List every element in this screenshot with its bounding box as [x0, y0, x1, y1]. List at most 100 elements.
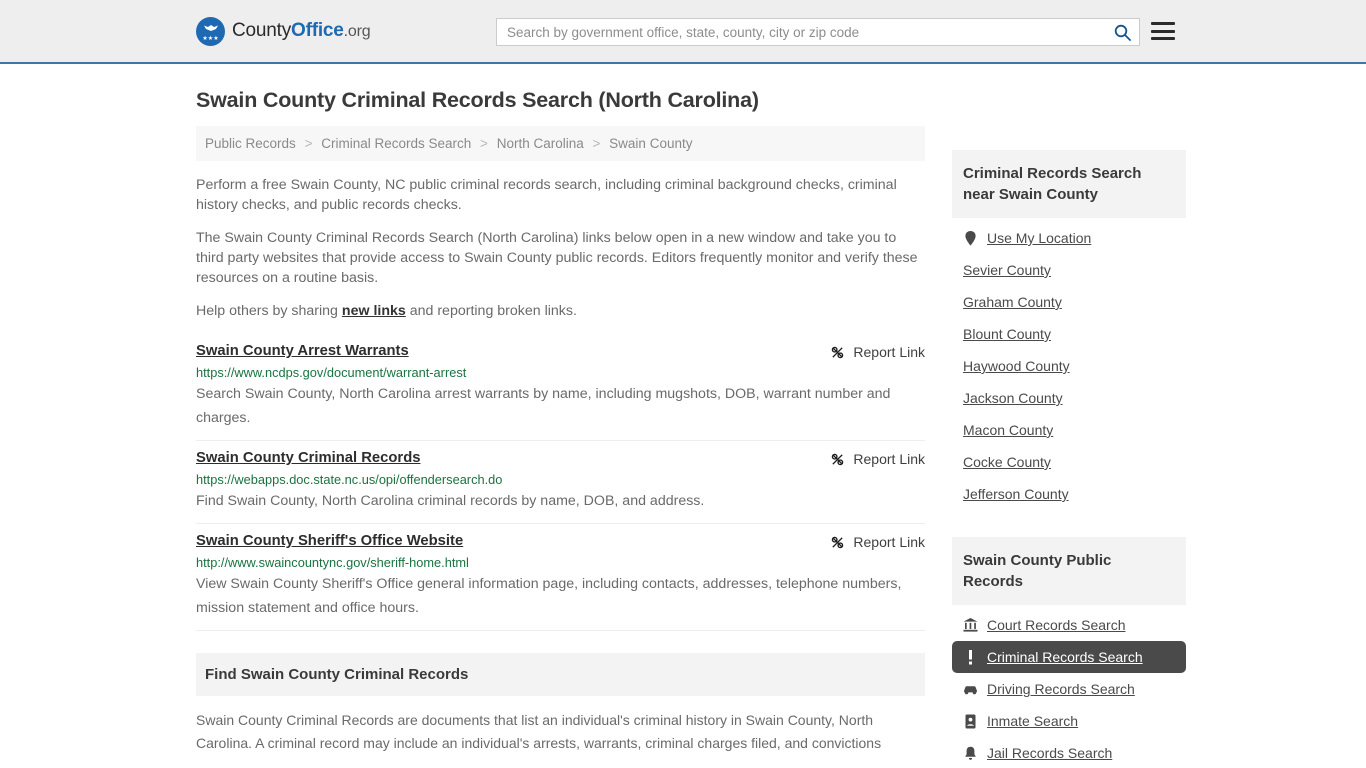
report-link-label: Report Link — [853, 344, 925, 360]
use-my-location-label: Use My Location — [987, 230, 1092, 246]
county-link-label: Cocke County — [963, 454, 1051, 470]
stars-glyph: ★★★ — [202, 35, 219, 42]
sidebar-item-driving-records-search[interactable]: Driving Records Search — [952, 673, 1186, 705]
sidebar-item-haywood-county[interactable]: Haywood County — [952, 350, 1186, 382]
logo-text-tld: .org — [343, 23, 371, 40]
county-link-label: Graham County — [963, 294, 1062, 310]
intro-p3-before: Help others by sharing — [196, 303, 342, 319]
sidebar-item-label: Court Records Search — [987, 617, 1126, 633]
page-title: Swain County Criminal Records Search (No… — [196, 88, 759, 112]
intro-text: Perform a free Swain County, NC public c… — [196, 175, 925, 321]
search-icon — [1114, 24, 1131, 41]
map-pin-icon — [963, 230, 978, 246]
nearby-search-heading: Criminal Records Search near Swain Count… — [952, 150, 1186, 218]
result-item: Swain County Sheriff's Office Website Re… — [196, 524, 925, 631]
hamburger-bar — [1151, 29, 1175, 33]
id-badge-icon — [963, 714, 978, 729]
county-link-label: Blount County — [963, 326, 1051, 342]
result-header: Swain County Arrest Warrants Report Link — [196, 343, 925, 360]
report-link-label: Report Link — [853, 534, 925, 550]
sidebar-item-label: Inmate Search — [987, 713, 1079, 729]
sidebar-item-jefferson-county[interactable]: Jefferson County — [952, 478, 1186, 510]
sidebar-item-court-records-search[interactable]: Court Records Search — [952, 609, 1186, 641]
result-title-link[interactable]: Swain County Criminal Records — [196, 450, 420, 466]
sidebar-item-blount-county[interactable]: Blount County — [952, 318, 1186, 350]
result-title-link[interactable]: Swain County Arrest Warrants — [196, 343, 409, 359]
sidebar-item-cocke-county[interactable]: Cocke County — [952, 446, 1186, 478]
content-columns: Public Records > Criminal Records Search… — [196, 126, 1186, 768]
report-link-button[interactable]: Report Link — [830, 451, 925, 467]
intro-paragraph-2: The Swain County Criminal Records Search… — [196, 230, 918, 286]
sidebar-item-sevier-county[interactable]: Sevier County — [952, 254, 1186, 286]
result-description: Find Swain County, North Carolina crimin… — [196, 493, 705, 509]
county-link-label: Haywood County — [963, 358, 1070, 374]
breadcrumb-separator: > — [304, 136, 313, 151]
sidebar-item-label: Jail Records Search — [987, 745, 1113, 761]
search-button[interactable] — [1105, 19, 1139, 45]
county-link-label: Macon County — [963, 422, 1054, 438]
find-records-body: Swain County Criminal Records are docume… — [196, 712, 882, 751]
report-link-button[interactable]: Report Link — [830, 534, 925, 550]
new-links-link[interactable]: new links — [342, 303, 406, 319]
sidebar-item-jackson-county[interactable]: Jackson County — [952, 382, 1186, 414]
county-link-label: Sevier County — [963, 262, 1051, 278]
hamburger-bar — [1151, 22, 1175, 25]
result-description: View Swain County Sheriff's Office gener… — [196, 576, 902, 616]
breadcrumb: Public Records > Criminal Records Search… — [196, 126, 925, 161]
search-input[interactable] — [497, 19, 1105, 45]
site-logo[interactable]: ★★★ CountyOffice.org — [196, 16, 371, 46]
public-records-heading: Swain County Public Records — [952, 537, 1186, 605]
eagle-glyph — [203, 24, 218, 31]
search-bar — [496, 18, 1140, 46]
public-records-list: Court Records Search Criminal Records Se… — [952, 609, 1186, 768]
eagle-seal-icon: ★★★ — [196, 16, 225, 46]
breadcrumb-item-north-carolina[interactable]: North Carolina — [497, 136, 584, 151]
intro-paragraph-3: Help others by sharing new links and rep… — [196, 301, 925, 321]
broken-link-icon — [832, 346, 844, 358]
site-header: ★★★ CountyOffice.org — [0, 0, 1366, 64]
exclamation-icon — [963, 649, 978, 665]
logo-text-office: Office — [291, 20, 344, 41]
broken-link-icon — [832, 536, 844, 548]
breadcrumb-item-public-records[interactable]: Public Records — [205, 136, 296, 151]
intro-paragraph-1: Perform a free Swain County, NC public c… — [196, 177, 897, 213]
breadcrumb-separator: > — [592, 136, 601, 151]
report-link-button[interactable]: Report Link — [830, 344, 925, 360]
site-logo-text: CountyOffice.org — [232, 20, 371, 42]
breadcrumb-separator: > — [480, 136, 488, 151]
bell-icon — [963, 746, 978, 761]
sidebar-item-criminal-records-search[interactable]: Criminal Records Search — [952, 641, 1186, 673]
result-url[interactable]: https://www.ncdps.gov/document/warrant-a… — [196, 365, 925, 380]
breadcrumb-item-criminal-records-search[interactable]: Criminal Records Search — [321, 136, 471, 151]
nearby-counties-list: Use My Location Sevier County Graham Cou… — [952, 222, 1186, 510]
find-records-heading: Find Swain County Criminal Records — [196, 653, 925, 696]
hamburger-bar — [1151, 37, 1175, 40]
result-header: Swain County Criminal Records Report Lin… — [196, 450, 925, 467]
sidebar-item-jail-records-search[interactable]: Jail Records Search — [952, 737, 1186, 768]
hamburger-menu-icon[interactable] — [1151, 21, 1175, 41]
broken-link-icon — [832, 453, 844, 465]
car-icon — [963, 682, 978, 697]
result-item: Swain County Arrest Warrants Report Link… — [196, 334, 925, 441]
sidebar: Criminal Records Search near Swain Count… — [952, 126, 1186, 768]
result-url[interactable]: http://www.swaincountync.gov/sheriff-hom… — [196, 555, 925, 570]
report-link-label: Report Link — [853, 451, 925, 467]
sidebar-item-label: Criminal Records Search — [987, 649, 1143, 665]
sidebar-item-macon-county[interactable]: Macon County — [952, 414, 1186, 446]
use-my-location-item[interactable]: Use My Location — [952, 222, 1186, 254]
county-link-label: Jackson County — [963, 390, 1063, 406]
main-column: Public Records > Criminal Records Search… — [196, 126, 925, 768]
intro-p3-after: and reporting broken links. — [405, 303, 577, 319]
breadcrumb-item-swain-county[interactable]: Swain County — [609, 136, 692, 151]
result-title-link[interactable]: Swain County Sheriff's Office Website — [196, 533, 463, 549]
result-url[interactable]: https://webapps.doc.state.nc.us/opi/offe… — [196, 472, 925, 487]
result-description: Search Swain County, North Carolina arre… — [196, 386, 891, 426]
result-header: Swain County Sheriff's Office Website Re… — [196, 533, 925, 550]
page-container: Swain County Criminal Records Search (No… — [0, 88, 1366, 768]
courthouse-icon — [963, 618, 978, 633]
sidebar-item-inmate-search[interactable]: Inmate Search — [952, 705, 1186, 737]
county-link-label: Jefferson County — [963, 486, 1069, 502]
logo-text-county: County — [232, 20, 292, 41]
sidebar-item-graham-county[interactable]: Graham County — [952, 286, 1186, 318]
sidebar-item-label: Driving Records Search — [987, 681, 1135, 697]
